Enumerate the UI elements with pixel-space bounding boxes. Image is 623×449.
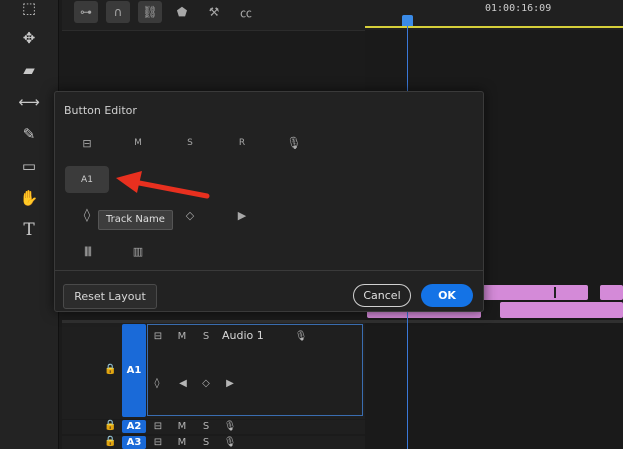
captions-icon[interactable]: ㏄ <box>234 1 258 23</box>
solo-icon[interactable]: S <box>180 133 200 153</box>
solo-button[interactable]: S <box>199 436 213 449</box>
clip-marker <box>554 287 556 298</box>
waveform-icon[interactable]: ||||| <box>77 241 97 261</box>
marker-icon[interactable]: ⬟ <box>170 1 194 23</box>
work-area-bar[interactable] <box>365 26 623 28</box>
previous-keyframe-icon[interactable]: ◀ <box>176 376 190 390</box>
toggle-sync-lock-icon[interactable]: ⊟ <box>77 133 97 153</box>
cancel-button[interactable]: Cancel <box>353 284 411 307</box>
microphone-icon[interactable]: 🎙 <box>222 435 238 449</box>
next-keyframe-icon[interactable]: ▶ <box>232 205 252 225</box>
video-clip[interactable] <box>500 302 623 318</box>
playhead-handle[interactable] <box>402 15 413 26</box>
mute-button[interactable]: M <box>175 329 189 343</box>
hand-icon[interactable]: ✋ <box>17 186 41 210</box>
track-target-a3[interactable]: A3 <box>122 436 146 449</box>
tools-panel: ⬚ ✥ ▰ ⟷ ✎ ▭ ✋ T <box>0 0 59 449</box>
timecode-label: 01:00:16:09 <box>485 3 552 14</box>
add-keyframe-icon[interactable]: ◇ <box>199 376 213 390</box>
video-clip[interactable] <box>482 285 588 300</box>
lock-icon[interactable]: 🔒 <box>104 420 116 431</box>
ripple-edit-icon[interactable]: ✥ <box>17 26 41 50</box>
dialog-title: Button Editor <box>64 104 137 117</box>
linked-selection-icon[interactable]: ⛓ <box>138 1 162 23</box>
microphone-icon[interactable]: 🎙 <box>293 328 309 344</box>
track-name-chip[interactable]: A1 <box>65 166 109 193</box>
toggle-sync-lock-icon[interactable]: ⊟ <box>150 436 166 449</box>
nest-icon[interactable]: ⊶ <box>74 1 98 23</box>
tooltip: Track Name <box>98 210 173 230</box>
pen-icon[interactable]: ✎ <box>17 122 41 146</box>
settings-wrench-icon[interactable]: ⚒ <box>202 1 226 23</box>
video-clip[interactable] <box>600 285 623 300</box>
keyframe-toggle-icon[interactable]: ◊ <box>77 205 97 225</box>
keyframe-toggle-icon[interactable]: ◊ <box>150 376 164 390</box>
razor-icon[interactable]: ▰ <box>17 58 41 82</box>
solo-button[interactable]: S <box>199 329 213 343</box>
next-keyframe-icon[interactable]: ▶ <box>223 376 237 390</box>
snap-icon[interactable]: ∩ <box>106 1 130 23</box>
lock-icon[interactable]: 🔒 <box>104 436 116 447</box>
slip-icon[interactable]: ⟷ <box>17 90 41 114</box>
record-icon[interactable]: R <box>232 133 252 153</box>
microphone-icon[interactable]: 🎙 <box>284 133 304 153</box>
track-name[interactable]: Audio 1 <box>222 329 264 342</box>
lock-icon[interactable]: 🔒 <box>104 364 116 375</box>
mute-button[interactable]: M <box>175 436 189 449</box>
microphone-icon[interactable]: 🎙 <box>222 419 238 433</box>
track-target-a2[interactable]: A2 <box>122 420 146 433</box>
solo-button[interactable]: S <box>199 420 213 433</box>
ok-button[interactable]: OK <box>421 284 473 307</box>
track-target-a1[interactable]: A1 <box>122 324 146 417</box>
meter-icon[interactable]: ▥ <box>128 241 148 261</box>
button-editor-dialog: Button Editor ⊟ M S R 🎙 A1 ◊ ◇ ▶ Track N… <box>54 91 484 312</box>
toggle-sync-lock-icon[interactable]: ⊟ <box>150 420 166 433</box>
mute-icon[interactable]: M <box>128 133 148 153</box>
type-icon[interactable]: T <box>17 218 41 242</box>
mute-button[interactable]: M <box>175 420 189 433</box>
rectangle-icon[interactable]: ▭ <box>17 154 41 178</box>
reset-layout-button[interactable]: Reset Layout <box>63 284 157 309</box>
dialog-divider <box>55 270 483 271</box>
track-select-forward-icon[interactable]: ⬚ <box>17 0 41 20</box>
add-keyframe-icon[interactable]: ◇ <box>180 205 200 225</box>
toggle-sync-lock-icon[interactable]: ⊟ <box>150 329 166 343</box>
